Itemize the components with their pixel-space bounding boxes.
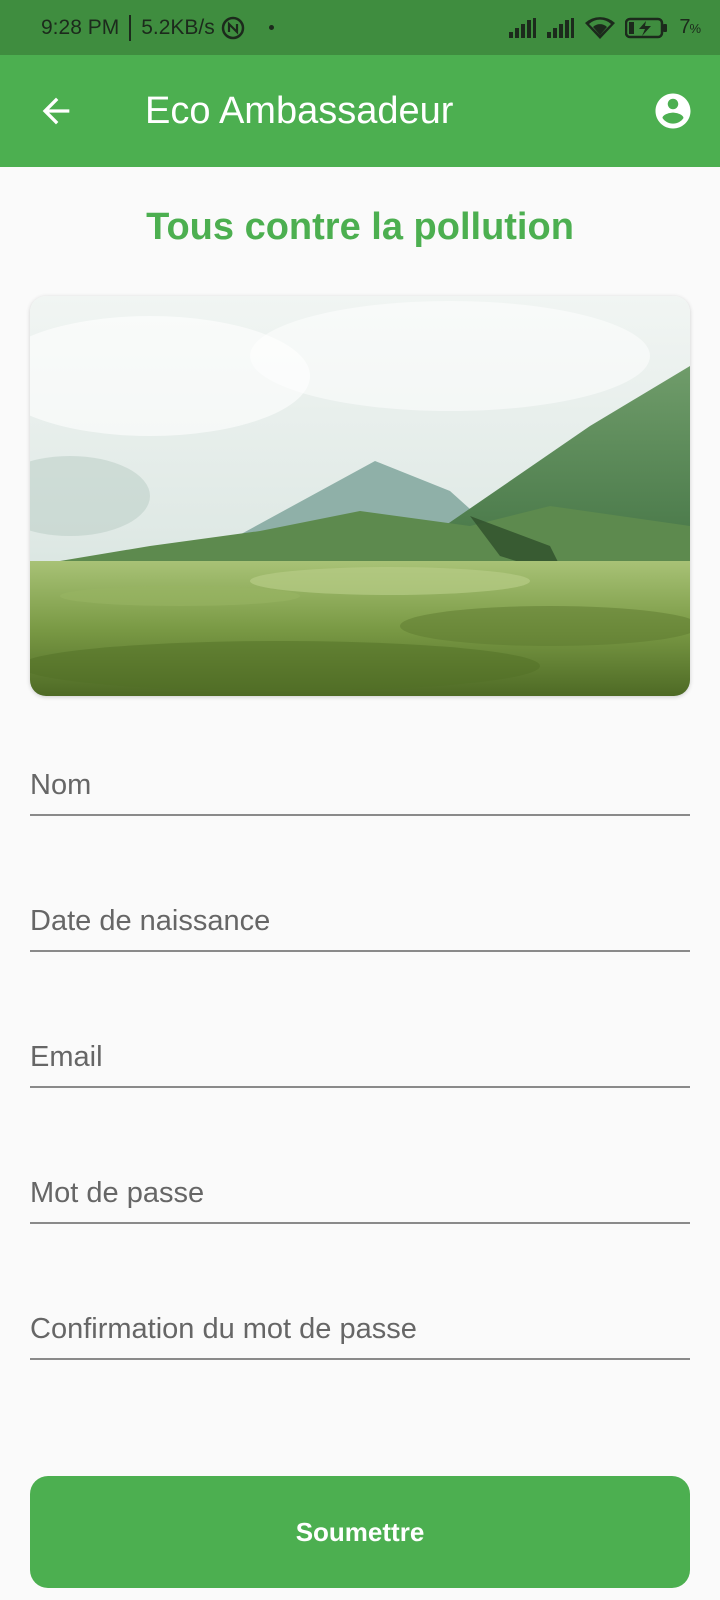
signal-icon [547,17,575,38]
arrow-back-icon[interactable] [36,91,76,131]
wifi-icon [585,16,616,39]
password-field[interactable] [30,1134,690,1224]
battery-charging-icon [625,17,668,38]
birthdate-field[interactable] [30,862,690,952]
app-bar: Eco Ambassadeur [0,55,720,167]
status-separator [129,14,132,41]
name-field[interactable] [30,726,690,816]
status-network-speed: 5.2KB/s [141,15,215,39]
name-input[interactable] [30,769,690,802]
app-title: Eco Ambassadeur [145,90,454,132]
email-input[interactable] [30,1041,690,1074]
battery-level: 7% [679,16,701,38]
password-confirm-input[interactable] [30,1313,690,1346]
notification-dot-icon [268,25,274,30]
birthdate-input[interactable] [30,905,690,938]
password-confirm-field[interactable] [30,1270,690,1360]
account-circle-icon[interactable] [652,90,694,132]
submit-button[interactable]: Soumettre [30,1476,690,1588]
status-bar: 9:28 PM 5.2KB/s 7% [0,0,720,55]
landscape-image [30,296,690,696]
page-headline: Tous contre la pollution [146,206,574,248]
status-time: 9:28 PM [41,15,120,39]
nfc-icon [221,16,245,39]
email-field[interactable] [30,998,690,1088]
signal-icon [509,17,537,38]
password-input[interactable] [30,1177,690,1210]
